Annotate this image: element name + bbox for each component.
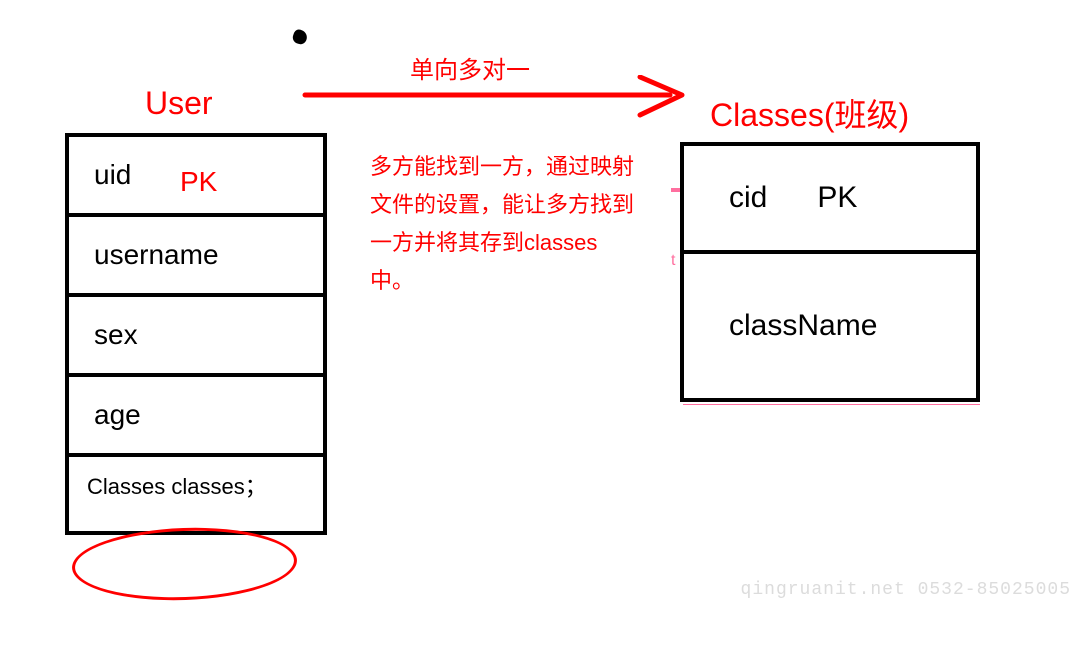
relationship-arrow [300,75,700,125]
classes-entity-title: Classes(班级) [710,90,909,136]
watermark-text: qingruanit.net 0532-85025005 [741,580,1071,600]
classes-field-cid: cid PK [684,146,976,254]
classes-field-cid-label: cid [729,181,767,215]
classes-entity-table: cid PK className [680,142,980,402]
user-entity-table: uid username sex age Classes classes； [65,133,327,535]
stray-ink-mark [291,28,309,46]
user-field-sex: sex [69,297,323,377]
description-text: 多方能找到一方，通过映射文件的设置，能让多方找到一方并将其存到classes中。 [370,148,640,300]
user-field-uid: uid [69,137,323,217]
highlight-circle-annotation [71,524,298,604]
stray-pink-char: t [671,252,675,270]
user-field-username: username [69,217,323,297]
user-field-age: age [69,377,323,457]
classes-pk-label: PK [817,181,857,215]
classes-field-classname: className [684,254,976,398]
diagram-canvas: 单向多对一 User PK uid username sex age Class… [0,0,1091,665]
user-field-classes: Classes classes； [69,457,323,531]
stray-pink-underline [683,404,980,405]
user-entity-title: User [145,85,213,122]
